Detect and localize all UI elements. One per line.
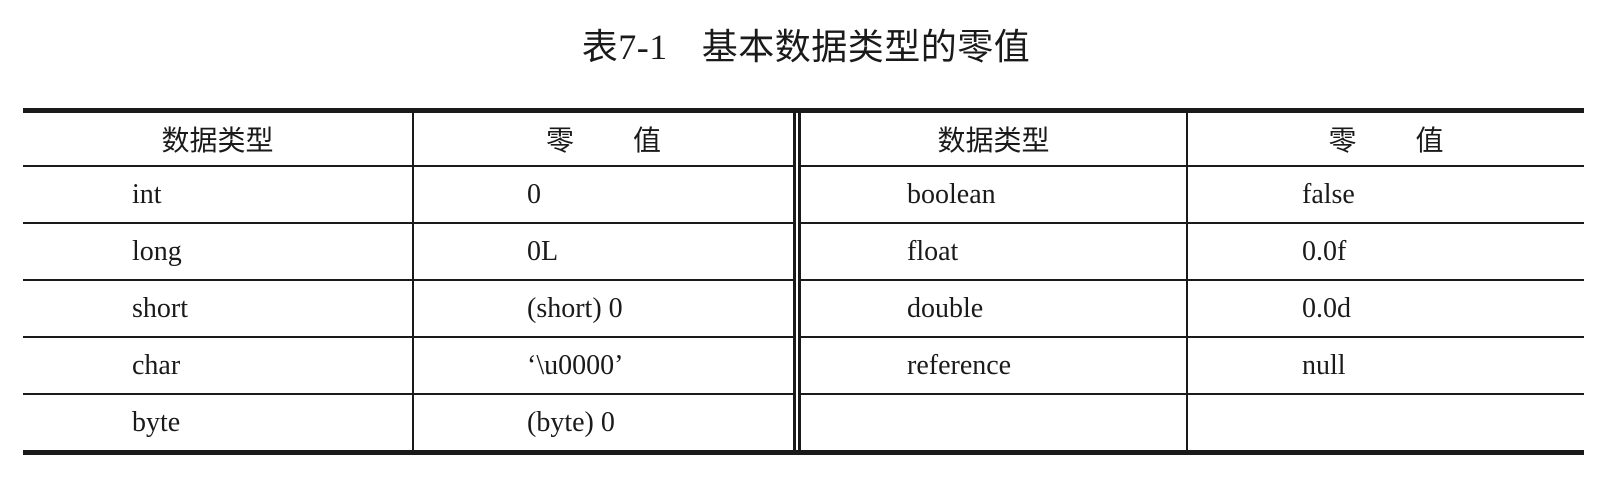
header-data-type-right: 数据类型 (797, 113, 1188, 167)
zero-value-table-frame: 数据类型 零 值 数据类型 零 值 int 0 boolean false lo… (23, 108, 1584, 455)
cell-type-right: boolean (797, 166, 1188, 224)
cell-zero-left: (short) 0 (413, 280, 801, 338)
table-title: 基本数据类型的零值 (701, 27, 1031, 67)
cell-type-left: short (23, 280, 414, 338)
cell-type-right: float (797, 223, 1188, 281)
cell-type-left: int (23, 166, 414, 224)
cell-zero-right: false (1187, 166, 1584, 224)
table-row: byte (byte) 0 (23, 394, 1584, 450)
cell-zero-right: 0.0f (1187, 223, 1584, 281)
header-zero-value-right: 零 值 (1187, 113, 1584, 167)
header-zero-value-left: 零 值 (413, 113, 801, 167)
cell-zero-left: ‘\u0000’ (413, 337, 801, 395)
cell-type-right: reference (797, 337, 1188, 395)
table-row: short (short) 0 double 0.0d (23, 280, 1584, 338)
table-row: long 0L float 0.0f (23, 223, 1584, 281)
zero-value-table: 数据类型 零 值 数据类型 零 值 int 0 boolean false lo… (23, 113, 1584, 450)
cell-zero-left: (byte) 0 (413, 394, 801, 450)
cell-type-left: long (23, 223, 414, 281)
cell-zero-left: 0L (413, 223, 801, 281)
cell-zero-right (1187, 394, 1584, 450)
cell-zero-right: 0.0d (1187, 280, 1584, 338)
cell-zero-left: 0 (413, 166, 801, 224)
cell-type-left: byte (23, 394, 414, 450)
cell-zero-right: null (1187, 337, 1584, 395)
table-row: int 0 boolean false (23, 166, 1584, 224)
table-caption: 表7-1 基本数据类型的零值 (0, 22, 1612, 72)
table-number: 表7-1 (581, 27, 668, 67)
header-data-type-left: 数据类型 (23, 113, 414, 167)
table-row: char ‘\u0000’ reference null (23, 337, 1584, 395)
table-header-row: 数据类型 零 值 数据类型 零 值 (23, 113, 1584, 167)
cell-type-right (797, 394, 1188, 450)
cell-type-right: double (797, 280, 1188, 338)
cell-type-left: char (23, 337, 414, 395)
